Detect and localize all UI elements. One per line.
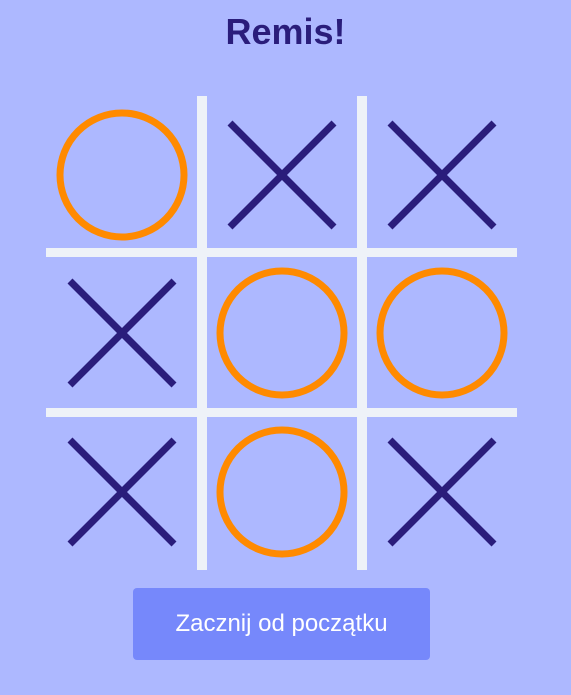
board-cell-3[interactable]	[362, 96, 522, 254]
x-mark-icon	[387, 120, 497, 230]
board-cell-5[interactable]	[202, 254, 362, 412]
board-cell-4[interactable]	[42, 254, 202, 412]
board-cell-2[interactable]	[202, 96, 362, 254]
x-mark-icon	[227, 120, 337, 230]
restart-button[interactable]: Zacznij od początku	[133, 588, 430, 660]
o-mark-icon	[376, 267, 508, 399]
tic-tac-toe-board	[40, 96, 520, 570]
board-cell-9[interactable]	[362, 413, 522, 571]
o-mark-icon	[216, 426, 348, 558]
o-mark-icon	[216, 267, 348, 399]
board-cell-1[interactable]	[42, 96, 202, 254]
game-status-title: Remis!	[225, 11, 346, 52]
o-mark-icon	[56, 109, 188, 241]
board-cell-6[interactable]	[362, 254, 522, 412]
x-mark-icon	[67, 437, 177, 547]
x-mark-icon	[67, 278, 177, 388]
x-mark-icon	[387, 437, 497, 547]
board-cell-7[interactable]	[42, 413, 202, 571]
board-cell-8[interactable]	[202, 413, 362, 571]
